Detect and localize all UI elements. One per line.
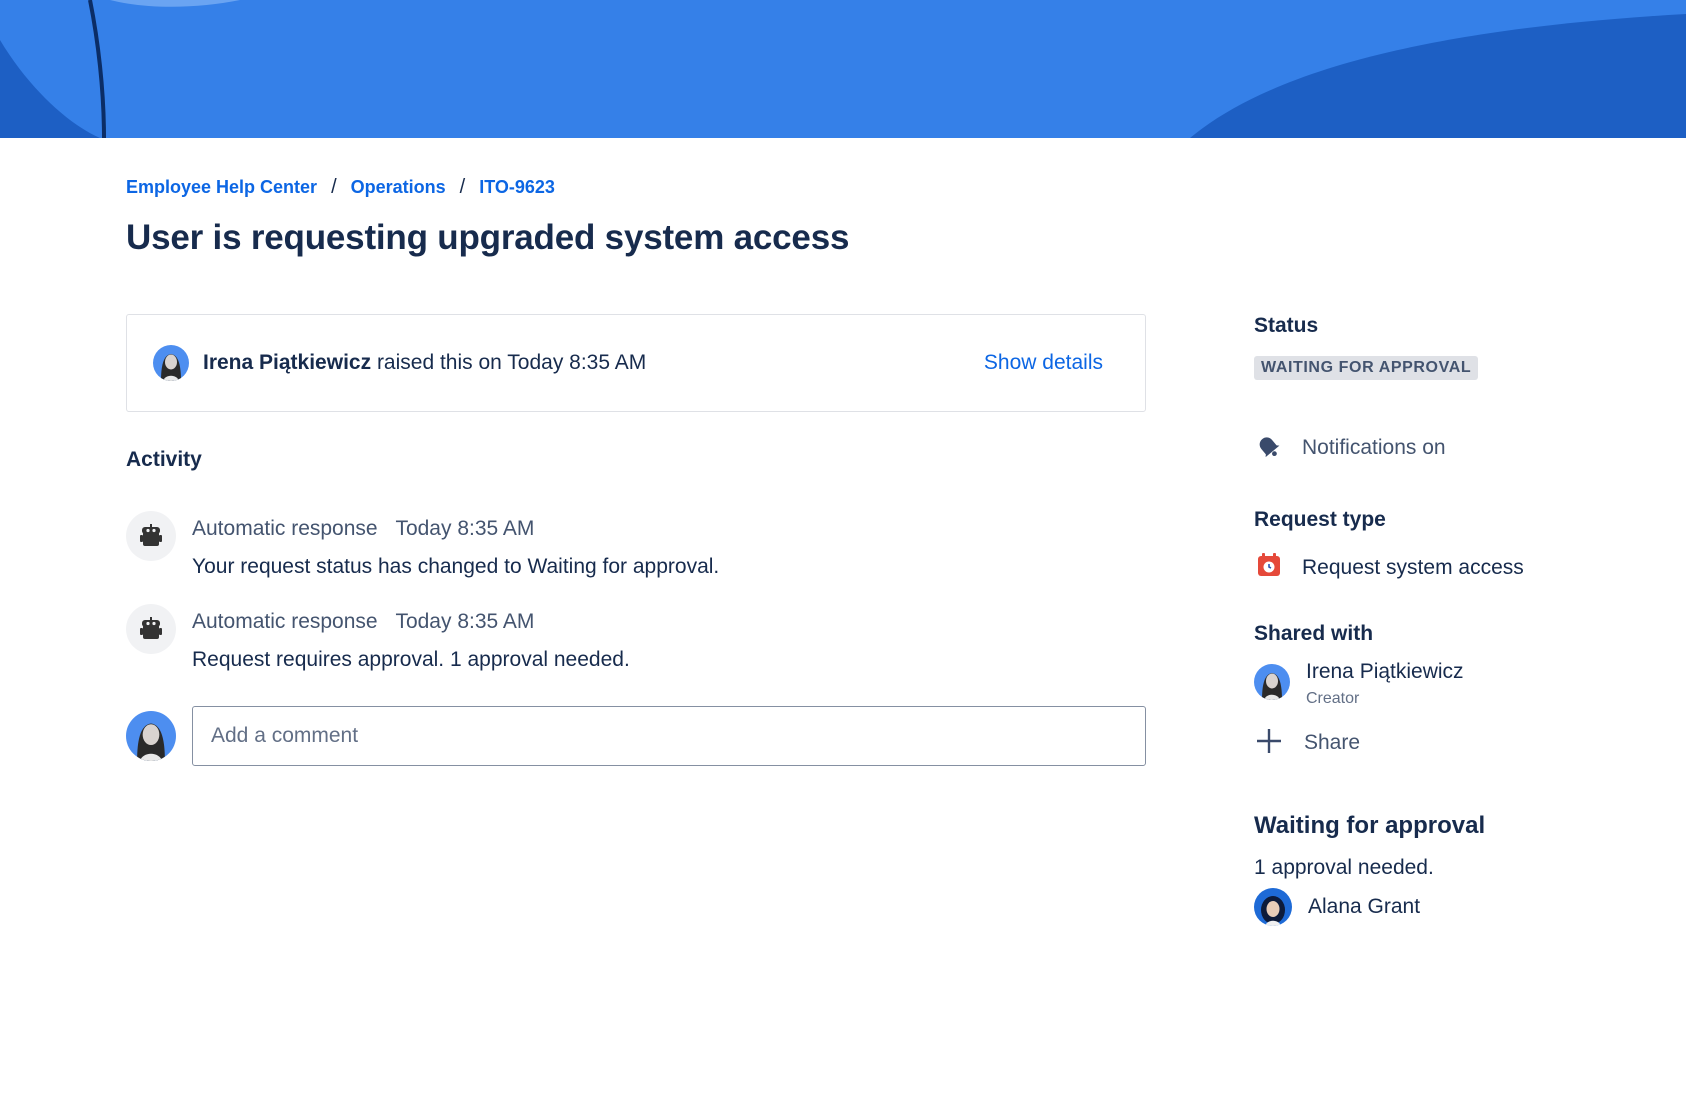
activity-text: Your request status has changed to Waiti…	[192, 555, 720, 578]
reporter-avatar	[153, 345, 189, 381]
activity-item: Automatic response Today 8:35 AM Request…	[126, 604, 1146, 672]
robot-icon	[126, 511, 176, 561]
breadcrumb-help-center[interactable]: Employee Help Center	[126, 177, 317, 198]
shared-user-role: Creator	[1306, 690, 1360, 707]
activity-text: Request requires approval. 1 approval ne…	[192, 648, 630, 671]
reporter-name[interactable]: Irena Piątkiewicz	[203, 351, 371, 374]
request-type: Request system access	[1254, 550, 1524, 585]
request-type-label: Request type	[1254, 508, 1386, 531]
activity-heading: Activity	[126, 448, 202, 471]
shared-with-person: Irena Piątkiewicz Creator	[1254, 660, 1464, 708]
breadcrumb-operations[interactable]: Operations	[351, 177, 446, 198]
comment-row	[126, 706, 1146, 766]
header-banner	[0, 0, 1686, 138]
show-details-button[interactable]: Show details	[984, 351, 1103, 375]
approver: Alana Grant	[1254, 888, 1420, 926]
shared-with-label: Shared with	[1254, 622, 1374, 645]
activity-author: Automatic response	[192, 610, 378, 633]
breadcrumb-separator: /	[459, 176, 466, 198]
robot-icon	[126, 604, 176, 654]
calendar-clock-icon	[1254, 550, 1284, 585]
activity-time: Today 8:35 AM	[395, 517, 535, 540]
approver-avatar	[1254, 888, 1292, 926]
raised-text: raised this on Today 8:35 AM	[376, 351, 647, 374]
status-badge: WAITING FOR APPROVAL	[1254, 356, 1479, 380]
approval-title: Waiting for approval	[1254, 812, 1486, 839]
activity-author: Automatic response	[192, 517, 378, 540]
breadcrumb: Employee Help Center / Operations / ITO-…	[126, 176, 555, 199]
notifications-label: Notifications on	[1302, 435, 1446, 459]
page-title: User is requesting upgraded system acces…	[126, 218, 850, 257]
comment-input[interactable]	[192, 706, 1146, 766]
current-user-avatar	[126, 711, 176, 761]
activity-item: Automatic response Today 8:35 AM Your re…	[126, 511, 1146, 579]
activity-time: Today 8:35 AM	[395, 610, 535, 633]
bell-icon	[1254, 432, 1282, 463]
share-label: Share	[1304, 730, 1361, 754]
notifications-toggle[interactable]: Notifications on	[1254, 432, 1446, 463]
share-button[interactable]: Share	[1254, 726, 1360, 759]
shared-user-name: Irena Piątkiewicz	[1306, 660, 1464, 683]
shared-user-avatar	[1254, 664, 1290, 700]
approver-name: Alana Grant	[1308, 895, 1421, 918]
request-type-value: Request system access	[1302, 555, 1524, 579]
breadcrumb-issue-key[interactable]: ITO-9623	[479, 177, 555, 198]
plus-icon	[1254, 726, 1284, 759]
status-label: Status	[1254, 314, 1319, 337]
breadcrumb-separator: /	[331, 176, 337, 198]
approval-note: 1 approval needed.	[1254, 856, 1434, 879]
reporter-line: Irena Piątkiewicz raised this on Today 8…	[203, 351, 984, 375]
request-summary-card: Irena Piątkiewicz raised this on Today 8…	[126, 314, 1146, 412]
